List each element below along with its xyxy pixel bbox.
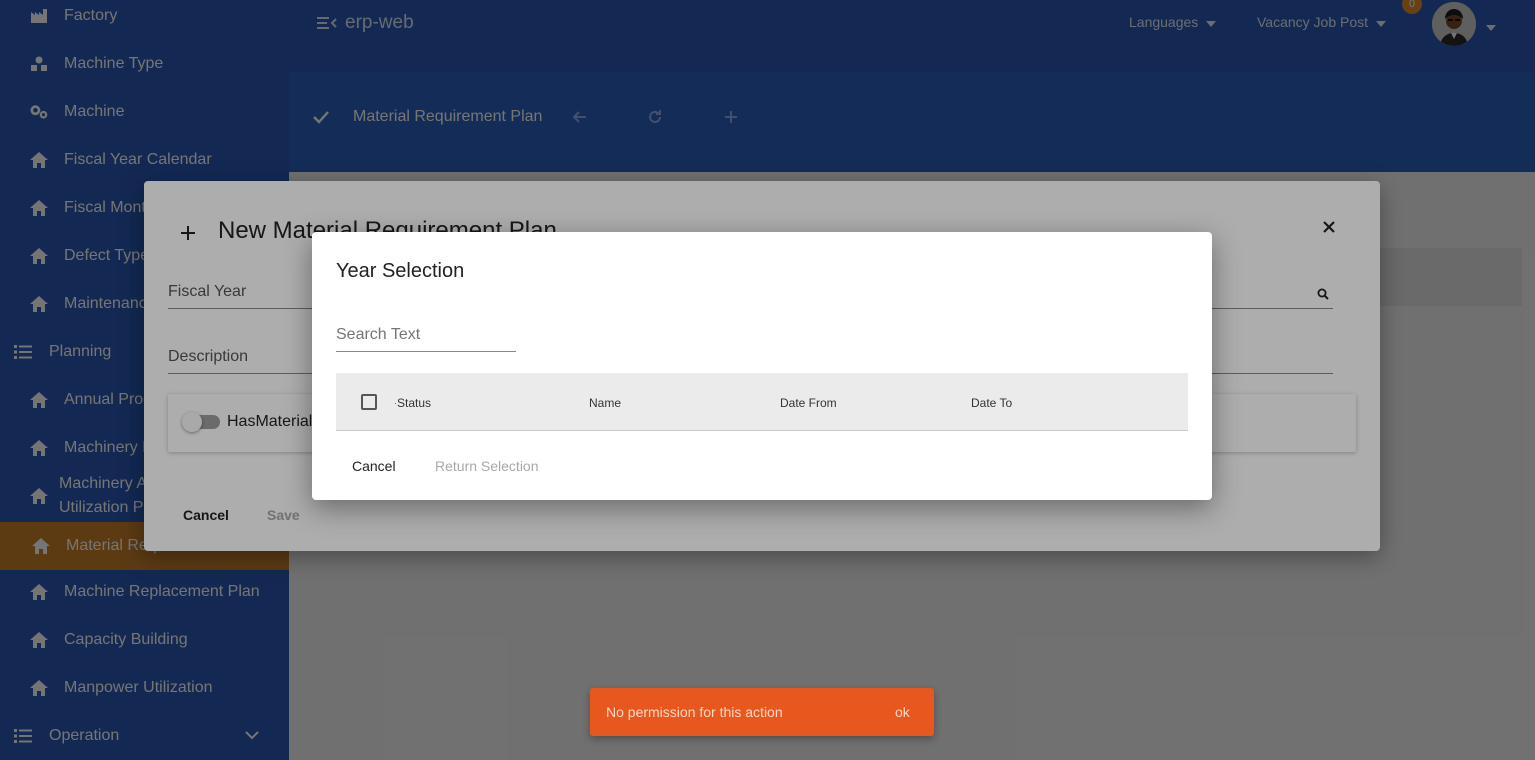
cancel-button[interactable]: Cancel — [352, 458, 396, 474]
year-selection-dialog: Year Selection · Status Name Date From D… — [312, 232, 1212, 500]
snackbar-message: No permission for this action — [606, 704, 783, 720]
select-all-checkbox[interactable] — [361, 394, 377, 410]
search-input[interactable] — [336, 326, 516, 344]
column-header-date-to[interactable]: Date To — [971, 396, 1012, 410]
column-header-date-from[interactable]: Date From — [780, 396, 837, 410]
return-selection-button[interactable]: Return Selection — [435, 458, 539, 474]
column-header-name[interactable]: Name — [589, 396, 621, 410]
column-header-status[interactable]: Status — [397, 396, 431, 410]
dialog-title: Year Selection — [336, 260, 465, 282]
search-field — [336, 326, 516, 352]
table-header: · Status Name Date From Date To — [336, 373, 1188, 431]
snackbar: No permission for this action ok — [590, 688, 934, 736]
snackbar-ok-button[interactable]: ok — [895, 704, 910, 720]
